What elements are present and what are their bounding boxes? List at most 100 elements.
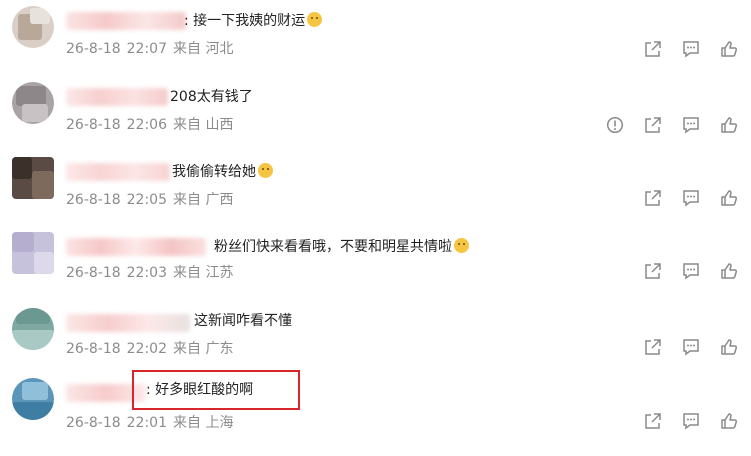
comment-location: 来自 江苏 bbox=[173, 265, 234, 281]
comment-actions bbox=[625, 336, 739, 358]
reply-button[interactable] bbox=[681, 337, 701, 357]
comment-row: : 接一下我姨的财运 26-8-18 22:07 来自 河北 bbox=[0, 0, 751, 72]
username-blurred[interactable] bbox=[66, 12, 186, 30]
share-button[interactable] bbox=[643, 115, 663, 135]
comment-row: 这新闻咋看不懂 26-8-18 22:02 来自 广东 bbox=[0, 302, 751, 374]
like-button[interactable] bbox=[719, 261, 739, 281]
avatar[interactable] bbox=[12, 308, 54, 350]
comment-meta: 26-8-18 22:01 来自 上海 bbox=[66, 414, 239, 432]
comment-location: 来自 河北 bbox=[173, 41, 234, 57]
thumbs-up-icon bbox=[721, 263, 738, 279]
share-button[interactable] bbox=[643, 337, 663, 357]
like-button[interactable] bbox=[719, 188, 739, 208]
thumbs-up-icon bbox=[721, 190, 738, 206]
thumbs-up-icon bbox=[721, 339, 738, 355]
warning-icon bbox=[606, 116, 624, 134]
comment-location: 来自 广西 bbox=[173, 192, 234, 208]
comment-content: 208太有钱了 bbox=[170, 89, 253, 105]
share-icon bbox=[645, 190, 661, 206]
comment-meta: 26-8-18 22:06 来自 山西 bbox=[66, 116, 239, 134]
share-button[interactable] bbox=[643, 411, 663, 431]
username-blurred[interactable] bbox=[66, 163, 170, 181]
avatar[interactable] bbox=[12, 378, 54, 420]
comment-text: : 接一下我姨的财运 bbox=[184, 12, 323, 30]
thumbs-up-icon bbox=[721, 117, 738, 133]
laughing-emoji-icon bbox=[454, 238, 469, 253]
like-button[interactable] bbox=[719, 115, 739, 135]
crying-laughing-emoji-icon bbox=[307, 12, 323, 27]
comment-text: 208太有钱了 bbox=[170, 88, 253, 106]
username-blurred[interactable] bbox=[66, 88, 168, 106]
comment-list: : 接一下我姨的财运 26-8-18 22:07 来自 河北 208太有钱了 2… bbox=[0, 0, 751, 456]
comment-content: 这新闻咋看不懂 bbox=[194, 313, 292, 329]
avatar[interactable] bbox=[12, 6, 54, 48]
comment-content: : 接一下我姨的财运 bbox=[184, 13, 306, 29]
avatar[interactable] bbox=[12, 232, 54, 274]
comment-meta: 26-8-18 22:03 来自 江苏 bbox=[66, 264, 239, 282]
comment-row: : 好多眼红酸的啊 26-8-18 22:01 来自 上海 bbox=[0, 370, 751, 448]
like-button[interactable] bbox=[719, 411, 739, 431]
thumbs-up-icon bbox=[721, 41, 738, 57]
report-button[interactable] bbox=[605, 115, 625, 135]
reply-button[interactable] bbox=[681, 188, 701, 208]
share-icon bbox=[645, 41, 661, 57]
comment-date: 26-8-18 bbox=[66, 41, 121, 57]
comment-row: 我偷偷转给她 26-8-18 22:05 来自 广西 bbox=[0, 151, 751, 223]
reply-button[interactable] bbox=[681, 411, 701, 431]
comment-location: 来自 上海 bbox=[173, 415, 234, 431]
share-button[interactable] bbox=[643, 188, 663, 208]
comment-icon bbox=[683, 41, 699, 58]
comment-actions bbox=[625, 38, 739, 60]
like-button[interactable] bbox=[719, 39, 739, 59]
comment-row: 208太有钱了 26-8-18 22:06 来自 山西 bbox=[0, 76, 751, 148]
share-button[interactable] bbox=[643, 261, 663, 281]
comment-content: 我偷偷转给她 bbox=[172, 164, 256, 180]
comment-date: 26-8-18 bbox=[66, 341, 121, 357]
comment-row: 粉丝们快来看看哦，不要和明星共情啦 26-8-18 22:03 来自 江苏 bbox=[0, 226, 751, 298]
comment-date: 26-8-18 bbox=[66, 192, 121, 208]
comment-meta: 26-8-18 22:02 来自 广东 bbox=[66, 340, 239, 358]
comment-meta: 26-8-18 22:05 来自 广西 bbox=[66, 191, 239, 209]
reply-button[interactable] bbox=[681, 115, 701, 135]
comment-time: 22:05 bbox=[126, 192, 167, 208]
comment-date: 26-8-18 bbox=[66, 117, 121, 133]
like-button[interactable] bbox=[719, 337, 739, 357]
comment-text: : 好多眼红酸的啊 bbox=[146, 381, 253, 399]
comment-actions bbox=[625, 410, 739, 432]
comment-time: 22:07 bbox=[126, 41, 167, 57]
comment-content: : 好多眼红酸的啊 bbox=[146, 382, 254, 398]
comment-date: 26-8-18 bbox=[66, 415, 121, 431]
comment-icon bbox=[683, 413, 699, 430]
comment-meta: 26-8-18 22:07 来自 河北 bbox=[66, 40, 239, 58]
comment-location: 来自 广东 bbox=[173, 341, 234, 357]
reply-button[interactable] bbox=[681, 261, 701, 281]
comment-icon bbox=[683, 263, 699, 280]
share-icon bbox=[645, 117, 661, 133]
thumbs-up-icon bbox=[721, 413, 738, 429]
comment-actions bbox=[625, 187, 739, 209]
comment-text: 粉丝们快来看看哦，不要和明星共情啦 bbox=[214, 238, 469, 256]
comment-icon bbox=[683, 339, 699, 356]
reply-button[interactable] bbox=[681, 39, 701, 59]
comment-content: 粉丝们快来看看哦，不要和明星共情啦 bbox=[214, 239, 452, 255]
comment-actions bbox=[625, 260, 739, 282]
username-blurred[interactable] bbox=[66, 238, 206, 256]
comment-date: 26-8-18 bbox=[66, 265, 121, 281]
smirk-emoji-icon bbox=[258, 163, 273, 178]
share-icon bbox=[645, 339, 661, 355]
username-blurred[interactable] bbox=[66, 314, 190, 332]
avatar[interactable] bbox=[12, 82, 54, 124]
avatar[interactable] bbox=[12, 157, 54, 199]
comment-text: 我偷偷转给她 bbox=[172, 163, 273, 181]
comment-time: 22:01 bbox=[126, 415, 167, 431]
comment-icon bbox=[683, 117, 699, 134]
share-icon bbox=[645, 263, 661, 279]
comment-location: 来自 山西 bbox=[173, 117, 234, 133]
comment-time: 22:03 bbox=[126, 265, 167, 281]
share-button[interactable] bbox=[643, 39, 663, 59]
comment-time: 22:02 bbox=[126, 341, 167, 357]
share-icon bbox=[645, 413, 661, 429]
comment-actions bbox=[587, 114, 739, 136]
comment-icon bbox=[683, 190, 699, 207]
comment-text: 这新闻咋看不懂 bbox=[194, 312, 292, 330]
